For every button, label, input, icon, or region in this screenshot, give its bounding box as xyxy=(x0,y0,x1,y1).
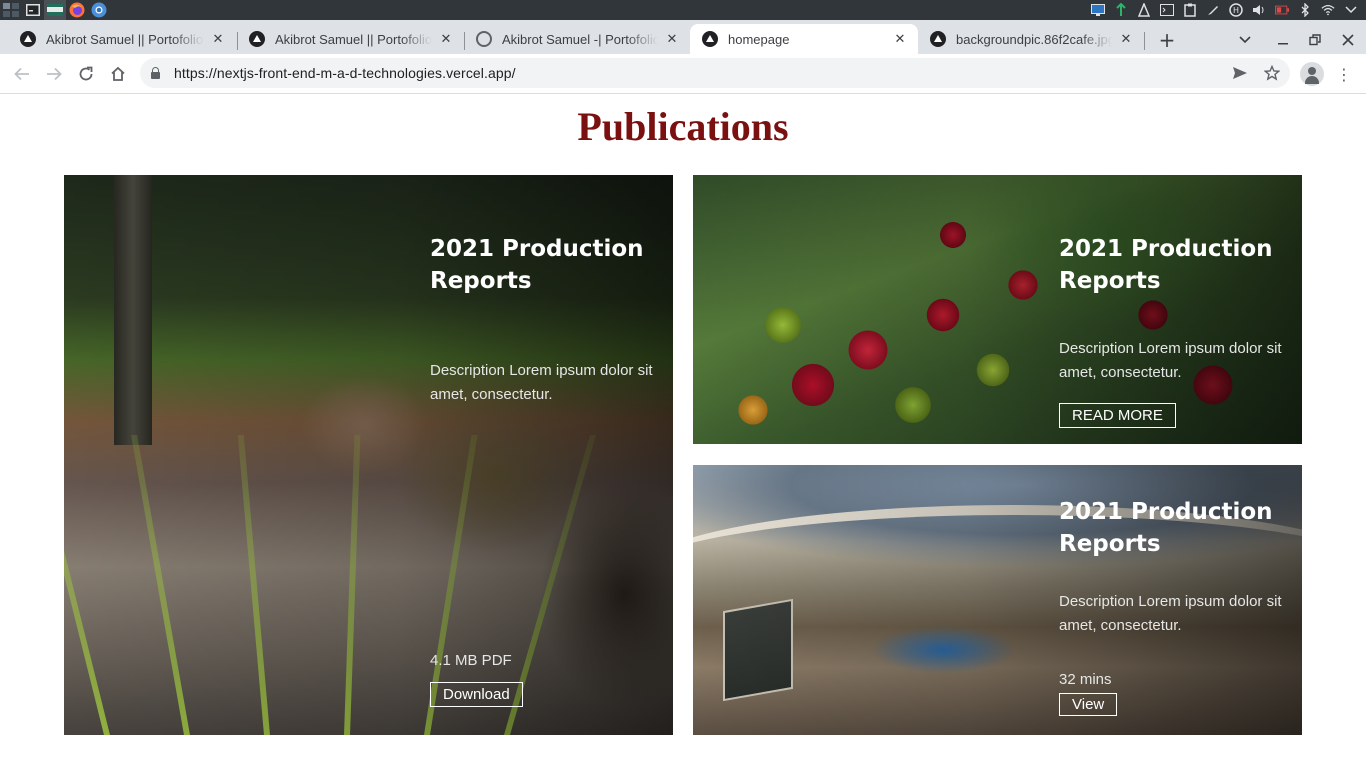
publication-card: 2021 Production Reports Description Lore… xyxy=(693,175,1302,444)
card-content: READ MORE xyxy=(1059,403,1176,428)
download-button[interactable]: Download xyxy=(430,682,523,707)
battery-icon[interactable] xyxy=(1275,3,1289,17)
tab-title: Akibrot Samuel || Portofolio xyxy=(275,31,432,47)
file-size: 4.1 MB PDF xyxy=(430,652,512,669)
new-tab-button[interactable]: + xyxy=(1155,28,1179,52)
wifi-icon[interactable] xyxy=(1321,3,1335,17)
lock-icon[interactable] xyxy=(151,67,161,79)
close-window-icon[interactable] xyxy=(1336,28,1360,52)
page-title: Publications xyxy=(577,104,789,149)
close-tab-icon[interactable]: ✕ xyxy=(892,31,908,47)
home-icon[interactable] xyxy=(104,60,132,88)
card-description: Description Lorem ipsum dolor sit amet, … xyxy=(1059,593,1282,634)
close-tab-icon[interactable]: ✕ xyxy=(1118,31,1134,47)
profile-avatar-icon[interactable] xyxy=(1300,62,1324,86)
publication-card: 2021 Production Reports Description Lore… xyxy=(693,465,1302,735)
system-tray: H xyxy=(1091,0,1366,20)
read-more-button[interactable]: READ MORE xyxy=(1059,403,1176,428)
network-tool-icon[interactable] xyxy=(1114,3,1128,17)
card-title: 2021 Production Reports xyxy=(1059,499,1273,557)
tab-title: backgroundpic.86f2cafe.jpg xyxy=(956,31,1112,47)
close-tab-icon[interactable]: ✕ xyxy=(664,31,680,47)
card-content: 4.1 MB PDF xyxy=(430,652,660,669)
vercel-icon xyxy=(20,31,36,47)
back-icon[interactable] xyxy=(8,60,36,88)
bookmark-star-icon[interactable] xyxy=(1261,62,1283,84)
chevron-down-icon[interactable] xyxy=(1344,3,1358,17)
tab-search-icon[interactable] xyxy=(1233,28,1257,52)
globe-icon xyxy=(476,31,492,47)
publication-card: 2021 Production Reports Description Lore… xyxy=(64,175,673,735)
forward-icon[interactable] xyxy=(40,60,68,88)
card-content: 32 mins xyxy=(1059,671,1289,688)
card-content: 2021 Production Reports xyxy=(430,233,660,297)
browser-tab[interactable]: Akibrot Samuel || Portofolio ✕ xyxy=(8,24,236,54)
tab-divider xyxy=(1144,32,1145,50)
files-icon[interactable] xyxy=(44,0,66,20)
card-description: Description Lorem ipsum dolor sit amet, … xyxy=(430,362,653,403)
card-content: 2021 Production Reports xyxy=(1059,496,1289,560)
taskbar-apps xyxy=(0,0,110,20)
browser-tab-active[interactable]: homepage ✕ xyxy=(690,24,918,54)
os-taskbar: H xyxy=(0,0,1366,20)
firefox-icon[interactable] xyxy=(66,0,88,20)
duration: 32 mins xyxy=(1059,671,1112,688)
card-overlay xyxy=(693,175,1302,444)
close-tab-icon[interactable]: ✕ xyxy=(438,31,454,47)
card-title: 2021 Production Reports xyxy=(430,236,644,294)
card-content: Description Lorem ipsum dolor sit amet, … xyxy=(1059,337,1289,385)
close-tab-icon[interactable]: ✕ xyxy=(210,31,226,47)
browser-toolbar: https://nextjs-front-end-m-a-d-technolog… xyxy=(0,54,1366,94)
tab-title: Akibrot Samuel || Portofolio xyxy=(46,31,204,47)
card-content: View xyxy=(1059,693,1118,716)
bluetooth-icon[interactable] xyxy=(1298,3,1312,17)
send-to-device-icon[interactable] xyxy=(1229,62,1251,84)
url-text[interactable]: https://nextjs-front-end-m-a-d-technolog… xyxy=(174,65,516,81)
address-bar[interactable]: https://nextjs-front-end-m-a-d-technolog… xyxy=(140,58,1290,88)
clipboard-icon[interactable] xyxy=(1183,3,1197,17)
card-content: Description Lorem ipsum dolor sit amet, … xyxy=(430,359,660,407)
workspace-switcher-icon[interactable] xyxy=(0,0,22,20)
tab-title: Akibrot Samuel -| Portofolio xyxy=(502,31,658,47)
vlc-icon[interactable] xyxy=(1137,3,1151,17)
web-page: Publications 2021 Production Reports Des… xyxy=(0,95,1366,768)
browser-tab[interactable]: backgroundpic.86f2cafe.jpg ✕ xyxy=(918,24,1144,54)
display-icon[interactable] xyxy=(1091,3,1105,17)
update-icon[interactable]: H xyxy=(1229,3,1243,17)
volume-icon[interactable] xyxy=(1252,3,1266,17)
card-description: Description Lorem ipsum dolor sit amet, … xyxy=(1059,340,1282,381)
vercel-icon xyxy=(930,31,946,47)
restore-icon[interactable] xyxy=(1303,28,1327,52)
terminal-tray-icon[interactable] xyxy=(1160,3,1174,17)
chromium-icon[interactable] xyxy=(88,0,110,20)
card-title: 2021 Production Reports xyxy=(1059,236,1273,294)
view-button[interactable]: View xyxy=(1059,693,1118,716)
browser-tab[interactable]: Akibrot Samuel || Portofolio ✕ xyxy=(237,24,464,54)
reload-icon[interactable] xyxy=(72,60,100,88)
more-menu-icon[interactable]: ⋮ xyxy=(1334,62,1354,86)
minimize-icon[interactable] xyxy=(1271,28,1295,52)
vercel-icon xyxy=(702,31,718,47)
browser-tabstrip: Akibrot Samuel || Portofolio ✕ Akibrot S… xyxy=(0,20,1366,54)
svg-text:H: H xyxy=(1233,6,1239,15)
vercel-icon xyxy=(249,31,265,47)
card-content: Download xyxy=(430,682,523,707)
browser-tab[interactable]: Akibrot Samuel -| Portofolio ✕ xyxy=(464,24,690,54)
terminal-icon[interactable] xyxy=(22,0,44,20)
pen-icon[interactable] xyxy=(1206,3,1220,17)
card-content: Description Lorem ipsum dolor sit amet, … xyxy=(1059,590,1289,638)
card-content: 2021 Production Reports xyxy=(1059,233,1289,297)
tab-title: homepage xyxy=(728,31,790,47)
